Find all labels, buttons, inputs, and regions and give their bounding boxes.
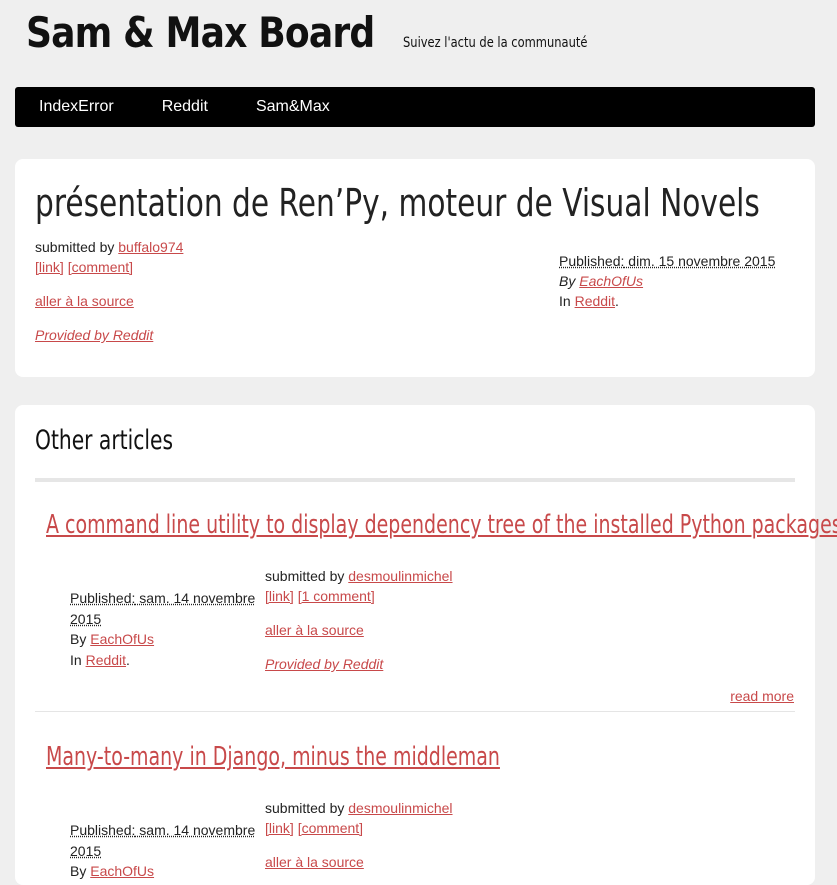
article-title: A command line utility to display depend… <box>46 510 837 540</box>
source-link[interactable]: aller à la source <box>35 293 134 309</box>
comment-link[interactable]: [1 comment] <box>298 588 375 604</box>
by-author-link[interactable]: EachOfUs <box>90 863 154 879</box>
site-tagline: Suivez l'actu de la communauté <box>403 35 588 51</box>
published-date: dim. 15 novembre 2015 <box>628 253 776 269</box>
link-link[interactable]: [link] <box>265 588 294 604</box>
published-label: Published: <box>70 822 136 838</box>
author-link[interactable]: desmoulinmichel <box>348 568 452 584</box>
link-link[interactable]: [link] <box>265 820 294 836</box>
author-link[interactable]: buffalo974 <box>118 239 183 255</box>
article-title: Many-to-many in Django, minus the middle… <box>46 742 500 772</box>
category-link[interactable]: Reddit <box>86 652 126 668</box>
main-nav: IndexError Reddit Sam&Max <box>15 87 815 127</box>
post-card: présentation de Ren’Py, moteur de Visual… <box>15 159 815 377</box>
article-submission-info: submitted by desmoulinmichel [link] [1 c… <box>265 566 453 674</box>
other-articles-card: Other articles A command line utility to… <box>15 405 837 885</box>
divider <box>35 711 795 712</box>
nav-item-reddit[interactable]: Reddit <box>162 98 208 116</box>
link-link[interactable]: [link] <box>35 259 64 275</box>
provided-by-link[interactable]: Provided by Reddit <box>35 327 153 343</box>
article-submission-info: submitted by desmoulinmichel [link] [com… <box>265 798 453 872</box>
by-label: By <box>70 631 87 647</box>
comment-link[interactable]: [comment] <box>68 259 133 275</box>
in-label: In <box>559 293 571 309</box>
article-publication-info: Published: sam. 14 novembre 2015 By Each… <box>70 820 265 882</box>
source-link[interactable]: aller à la source <box>265 854 364 870</box>
article-title-link[interactable]: Many-to-many in Django, minus the middle… <box>46 742 500 772</box>
post-submission-info: submitted by buffalo974 [link] [comment]… <box>35 237 183 345</box>
source-link[interactable]: aller à la source <box>265 622 364 638</box>
category-link[interactable]: Reddit <box>575 293 615 309</box>
by-author-link[interactable]: EachOfUs <box>90 631 154 647</box>
site-header: Sam & Max Board Suivez l'actu de la comm… <box>26 8 628 57</box>
by-label: By <box>559 273 576 289</box>
submitted-by-label: submitted by <box>35 239 115 255</box>
section-title: Other articles <box>35 425 174 456</box>
comment-link[interactable]: [comment] <box>298 820 363 836</box>
nav-item-sammax[interactable]: Sam&Max <box>256 98 330 116</box>
submitted-by-label: submitted by <box>265 800 345 816</box>
site-title[interactable]: Sam & Max Board <box>26 8 375 57</box>
by-label: By <box>70 863 87 879</box>
divider <box>35 478 795 482</box>
by-author-link[interactable]: EachOfUs <box>579 273 643 289</box>
published-label: Published: <box>70 590 136 606</box>
post-title: présentation de Ren’Py, moteur de Visual… <box>35 181 760 225</box>
provided-by-link[interactable]: Provided by Reddit <box>265 656 383 672</box>
article-publication-info: Published: sam. 14 novembre 2015 By Each… <box>70 590 256 668</box>
nav-item-indexerror[interactable]: IndexError <box>39 98 114 116</box>
read-more-link[interactable]: read more <box>730 688 794 704</box>
author-link[interactable]: desmoulinmichel <box>348 800 452 816</box>
published-label: Published: <box>559 253 625 269</box>
submitted-by-label: submitted by <box>265 568 345 584</box>
article-title-link[interactable]: A command line utility to display depend… <box>46 510 837 540</box>
post-publication-info: Published: dim. 15 novembre 2015 By Each… <box>559 253 776 309</box>
in-label: In <box>70 651 82 668</box>
